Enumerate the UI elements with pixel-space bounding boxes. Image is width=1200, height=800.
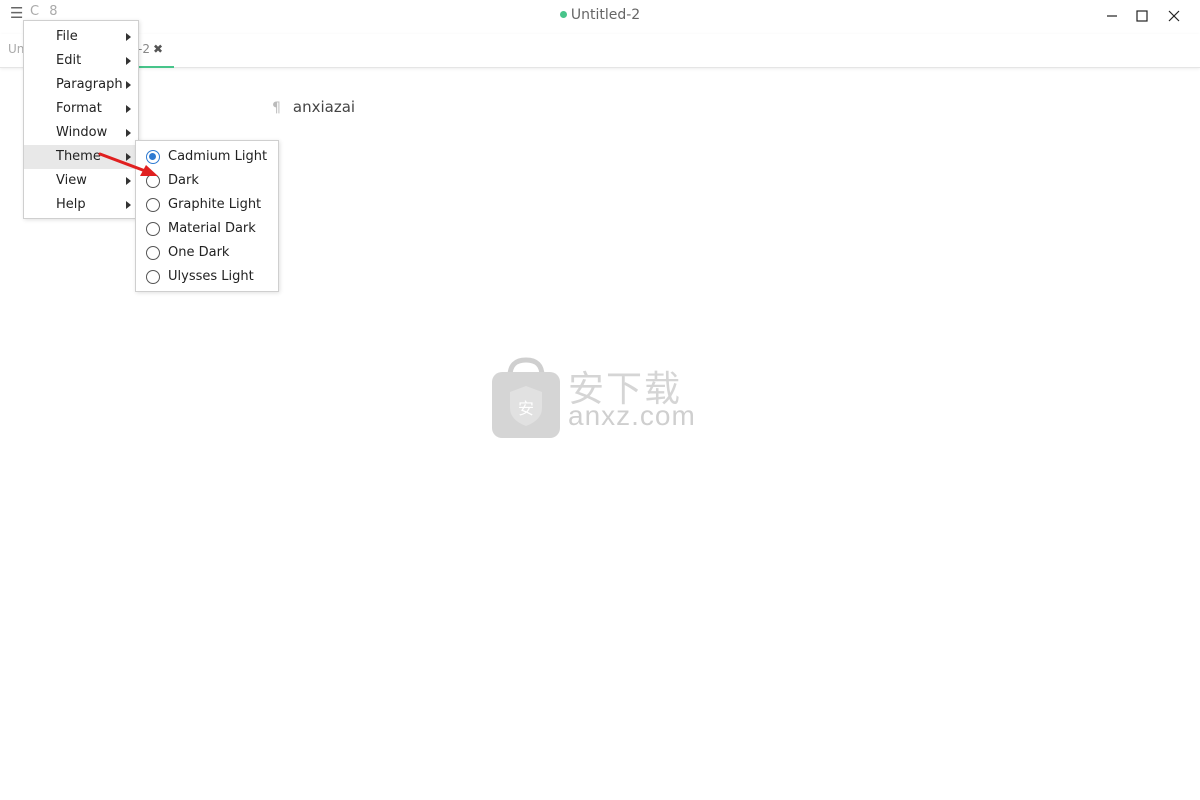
submenu-arrow-icon xyxy=(126,105,131,113)
tab-close-icon[interactable]: ✖ xyxy=(153,42,163,56)
shopping-bag-icon: 安 xyxy=(492,357,560,438)
menu-item-label: Edit xyxy=(56,53,82,68)
menu-item-window[interactable]: Window xyxy=(24,121,138,145)
submenu-arrow-icon xyxy=(126,129,131,137)
menu-item-label: View xyxy=(56,173,87,188)
close-window-button[interactable] xyxy=(1160,4,1188,28)
watermark-shield-char: 安 xyxy=(518,399,534,418)
radio-unchecked-icon xyxy=(146,270,160,284)
radio-unchecked-icon xyxy=(146,246,160,260)
submenu-arrow-icon xyxy=(126,81,131,89)
watermark-en-text: anxz.com xyxy=(568,400,696,431)
menu-item-paragraph[interactable]: Paragraph xyxy=(24,73,138,97)
tab-label: -2 xyxy=(138,42,150,56)
theme-option-label: Material Dark xyxy=(168,221,256,236)
editor-paragraph[interactable]: ¶ anxiazai xyxy=(272,98,355,116)
radio-unchecked-icon xyxy=(146,222,160,236)
theme-option-label: Graphite Light xyxy=(168,197,262,212)
menu-item-label: Help xyxy=(56,197,86,212)
close-icon xyxy=(1168,10,1180,22)
paragraph-text[interactable]: anxiazai xyxy=(293,98,355,116)
theme-option-material-dark[interactable]: Material Dark xyxy=(136,217,278,241)
watermark-logo: 安 安下载 anxz.com xyxy=(490,356,710,442)
radio-unchecked-icon xyxy=(146,198,160,212)
theme-option-label: Cadmium Light xyxy=(168,149,268,164)
theme-option-label: One Dark xyxy=(168,245,230,260)
menu-item-label: Window xyxy=(56,125,108,140)
submenu-arrow-icon xyxy=(126,201,131,209)
submenu-arrow-icon xyxy=(126,33,131,41)
minimize-icon xyxy=(1107,15,1117,17)
maximize-button[interactable] xyxy=(1128,4,1156,28)
theme-option-label: Dark xyxy=(168,173,199,188)
tab-bar: Un -2 ✖ xyxy=(0,34,1200,68)
menu-item-edit[interactable]: Edit xyxy=(24,49,138,73)
annotation-arrow-icon xyxy=(98,152,158,176)
pilcrow-icon: ¶ xyxy=(272,100,281,116)
minimize-button[interactable] xyxy=(1098,4,1126,28)
menu-item-label: Format xyxy=(56,101,102,116)
saved-status-dot-icon xyxy=(559,10,567,18)
theme-option-one-dark[interactable]: One Dark xyxy=(136,241,278,265)
document-title: Untitled-2 xyxy=(0,7,1200,23)
tab-untitled-1[interactable]: Un xyxy=(8,42,24,56)
menu-item-label: File xyxy=(56,29,78,44)
menu-item-format[interactable]: Format xyxy=(24,97,138,121)
document-title-text: Untitled-2 xyxy=(570,7,641,23)
menu-item-label: Paragraph xyxy=(56,77,123,92)
theme-option-ulysses-light[interactable]: Ulysses Light xyxy=(136,265,278,289)
menu-item-label: Theme xyxy=(56,149,101,164)
menu-item-help[interactable]: Help xyxy=(24,193,138,217)
theme-option-graphite-light[interactable]: Graphite Light xyxy=(136,193,278,217)
title-bar: ☰ C 8 Untitled-2 xyxy=(0,0,1200,34)
theme-option-label: Ulysses Light xyxy=(168,269,254,284)
maximize-icon xyxy=(1136,10,1148,22)
app-menu: File Edit Paragraph Format Window Theme … xyxy=(23,20,139,219)
submenu-arrow-icon xyxy=(126,57,131,65)
menu-item-file[interactable]: File xyxy=(24,25,138,49)
